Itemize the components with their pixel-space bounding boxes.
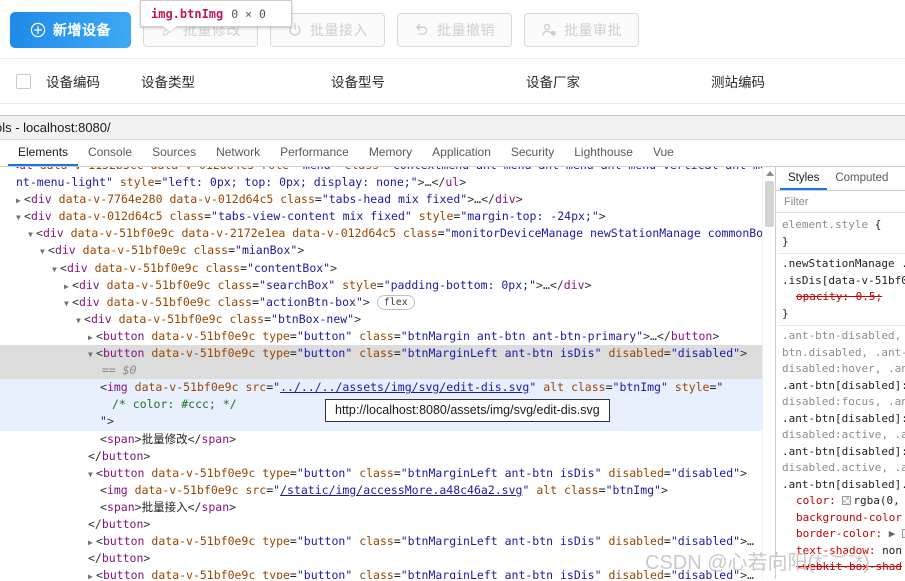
devtools-tab-application[interactable]: Application xyxy=(422,140,501,166)
dom-node-line[interactable]: </button> xyxy=(0,516,775,533)
devtools-tab-performance[interactable]: Performance xyxy=(270,140,359,166)
device-table-header: 设备编码 设备类型 设备型号 设备厂家 测站编码 xyxy=(0,59,905,103)
column-header-device-code[interactable]: 设备编码 xyxy=(46,71,141,91)
dom-node-line[interactable]: </button> xyxy=(0,448,775,465)
css-declaration[interactable]: btn.disabled, .ant- xyxy=(782,345,905,362)
element-highlight-tooltip: img.btnImg 0 × 0 xyxy=(140,0,292,27)
dom-node-line[interactable]: ▼ <div data-v-51bf0e9c class="contentBox"… xyxy=(0,260,775,277)
dom-node-line[interactable]: ▼ <div data-v-012d64c5 class="tabs-view-c… xyxy=(0,208,775,225)
batch-revoke-label: 批量撤销 xyxy=(437,22,495,38)
dom-node-line[interactable]: ▼ <div data-v-51bf0e9c class="btnBox-new"… xyxy=(0,311,775,328)
styles-tab-computed[interactable]: Computed xyxy=(827,167,896,190)
css-declaration[interactable]: text-shadow: non xyxy=(782,543,902,560)
dom-node-line[interactable]: ▶ <button data-v-51bf0e9c type="button" c… xyxy=(0,533,775,550)
css-declaration[interactable]: .ant-btn[disabled]: xyxy=(782,378,905,395)
devtools-titlebar: ols - localhost:8080/ xyxy=(0,116,905,140)
link-url-tooltip: http://localhost:8080/assets/img/svg/edi… xyxy=(325,399,610,422)
css-declaration[interactable]: } xyxy=(782,234,901,251)
batch-approve-button[interactable]: 批量审批 xyxy=(524,13,639,47)
devtools-tab-lighthouse[interactable]: Lighthouse xyxy=(564,140,643,166)
column-header-device-manufacturer[interactable]: 设备厂家 xyxy=(526,71,711,91)
dom-node-line[interactable]: ▶ <div data-v-51bf0e9c class="searchBox" … xyxy=(0,277,775,294)
css-declaration[interactable]: disabled:hover, .an xyxy=(782,361,905,378)
styles-tab-styles[interactable]: Styles xyxy=(780,167,828,190)
action-toolbar: 新增设备 批量修改 批量接入 批量撤销 批量审批 xyxy=(0,10,639,50)
tooltip-element-name: img.btnImg xyxy=(151,6,224,21)
styles-tab-bar: Styles Computed xyxy=(776,167,905,191)
application-area: 新增设备 批量修改 批量接入 批量撤销 批量审批 设备编码 设备类型 设备型号 … xyxy=(0,0,905,115)
css-rule[interactable]: .ant-btn-disabled, btn.disabled, .ant-dis… xyxy=(778,326,905,579)
plus-circle-icon xyxy=(30,22,46,38)
css-declaration[interactable]: } xyxy=(782,306,901,323)
batch-approve-label: 批量审批 xyxy=(564,22,622,38)
dom-node-line[interactable]: <span>批量修改</span> xyxy=(0,431,775,448)
devtools-tab-elements[interactable]: Elements xyxy=(8,140,79,166)
css-declaration[interactable]: -webkit-box-shad xyxy=(782,559,902,576)
css-declaration[interactable]: .newStationManage . xyxy=(782,256,905,273)
styles-rules-list: element.style {} .newStationManage . .isDi… xyxy=(776,213,905,579)
dom-node-line[interactable]: == $0 xyxy=(0,362,775,380)
css-declaration[interactable]: box-shadow: none xyxy=(782,576,902,580)
stamp-user-icon xyxy=(541,22,557,38)
dom-node-line[interactable]: ▶ <button data-v-51bf0e9c type="button" c… xyxy=(0,328,775,345)
dom-tree-pane[interactable]: <ul data-v-1152b3cc data-v-012d64c5 role… xyxy=(0,167,775,579)
devtools-tab-memory[interactable]: Memory xyxy=(359,140,422,166)
dom-node-line[interactable]: ▶ <div data-v-7764e280 data-v-012d64c5 cl… xyxy=(0,191,775,208)
css-declaration[interactable]: element.style { xyxy=(782,217,901,234)
devtools-window: ols - localhost:8080/ Elements Console Sou… xyxy=(0,115,905,581)
tooltip-element-dimensions: 0 × 0 xyxy=(231,6,266,21)
devtools-body: <ul data-v-1152b3cc data-v-012d64c5 role… xyxy=(0,167,905,579)
css-declaration[interactable]: disabled:focus, .an xyxy=(782,394,905,411)
css-declaration[interactable]: disabled:active, .a xyxy=(782,427,905,444)
dom-node-line[interactable]: ▼ <button data-v-51bf0e9c type="button" c… xyxy=(0,465,775,482)
css-rule[interactable]: .newStationManage . .isDis[data-v-51bf0 op… xyxy=(778,254,905,326)
css-declaration[interactable]: border-color: ▶ xyxy=(782,526,905,543)
add-device-label: 新增设备 xyxy=(53,22,111,38)
dom-tree-scrollbar[interactable] xyxy=(762,167,775,579)
dom-node-line[interactable]: ▼ <div data-v-51bf0e9c class="actionBtn-b… xyxy=(0,294,775,311)
select-all-cell[interactable] xyxy=(0,73,46,89)
dom-node-line[interactable]: <img data-v-51bf0e9c src="/static/img/ac… xyxy=(0,482,775,499)
column-header-device-model[interactable]: 设备型号 xyxy=(331,71,526,91)
batch-access-label: 批量接入 xyxy=(310,22,368,38)
dom-node-line[interactable]: <ul data-v-1152b3cc data-v-012d64c5 role… xyxy=(0,167,775,174)
css-declaration[interactable]: background-color xyxy=(782,510,902,527)
devtools-tab-network[interactable]: Network xyxy=(206,140,270,166)
styles-filter-input[interactable]: Filter xyxy=(776,191,905,213)
devtools-tab-console[interactable]: Console xyxy=(78,140,142,166)
css-declaration[interactable]: disabled.active, .a xyxy=(782,460,905,477)
dom-node-line[interactable]: ▶ <button data-v-51bf0e9c type="button" c… xyxy=(0,567,775,579)
select-all-checkbox[interactable] xyxy=(15,73,31,89)
dom-node-line[interactable]: ▼ <div data-v-51bf0e9c class="mianBox"> xyxy=(0,242,775,259)
devtools-tab-vue[interactable]: Vue xyxy=(643,140,684,166)
dom-node-line[interactable]: nt-menu-light" style="left: 0px; top: 0p… xyxy=(0,174,775,191)
dom-node-line[interactable]: <span>批量接入</span> xyxy=(0,499,775,516)
css-declaration[interactable]: color: rgba(0, xyxy=(782,493,901,510)
css-rule[interactable]: element.style {} xyxy=(778,215,905,254)
undo-icon xyxy=(414,22,430,38)
add-device-button[interactable]: 新增设备 xyxy=(10,12,131,48)
dom-node-line[interactable]: </button> xyxy=(0,550,775,567)
devtools-tab-sources[interactable]: Sources xyxy=(142,140,206,166)
column-header-device-type[interactable]: 设备类型 xyxy=(141,71,331,91)
css-declaration[interactable]: .ant-btn[disabled]: xyxy=(782,411,905,428)
batch-revoke-button[interactable]: 批量撤销 xyxy=(397,13,512,47)
dom-node-line[interactable]: ▼ <div data-v-51bf0e9c data-v-2172e1ea da… xyxy=(0,225,775,242)
devtools-title: ols - localhost:8080/ xyxy=(0,120,111,135)
table-body-area xyxy=(0,104,905,115)
column-header-station-code[interactable]: 测站编码 xyxy=(711,71,765,91)
scroll-up-arrow-icon[interactable] xyxy=(766,171,774,176)
css-declaration[interactable]: .ant-btn[disabled]: xyxy=(782,444,905,461)
scrollbar-thumb[interactable] xyxy=(765,181,774,227)
css-declaration[interactable]: .isDis[data-v-51bf0 xyxy=(782,273,905,290)
dom-node-line[interactable]: ▼ <button data-v-51bf0e9c type="button" c… xyxy=(0,345,775,363)
css-declaration[interactable]: .ant-btn[disabled]. xyxy=(782,477,905,494)
styles-pane: Styles Computed Filter element.style {} .n… xyxy=(775,167,905,579)
dom-node-line[interactable]: <img data-v-51bf0e9c src="../../../asset… xyxy=(0,379,775,397)
devtools-tab-bar: Elements Console Sources Network Performance… xyxy=(0,140,905,167)
css-declaration[interactable]: opacity: 0.5; xyxy=(782,289,901,306)
css-declaration[interactable]: .ant-btn-disabled, xyxy=(782,328,901,345)
devtools-tab-security[interactable]: Security xyxy=(501,140,564,166)
